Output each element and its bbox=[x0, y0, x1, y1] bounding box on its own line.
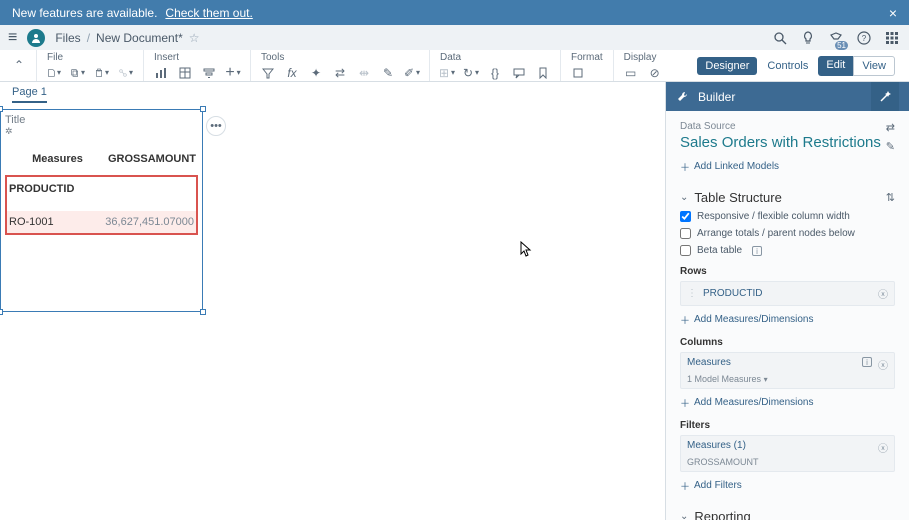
search-icon[interactable] bbox=[771, 29, 789, 47]
sparkle-icon[interactable]: ✦ bbox=[309, 66, 323, 80]
breadcrumb-files[interactable]: Files bbox=[55, 31, 80, 45]
row-pill-productid[interactable]: ⋮ PRODUCTID ⓧ bbox=[680, 281, 895, 306]
close-icon[interactable]: × bbox=[889, 5, 897, 21]
braces-icon[interactable]: {} bbox=[488, 66, 502, 80]
shuffle-icon[interactable]: ⇄ bbox=[333, 66, 347, 80]
table-col-measures: Measures bbox=[7, 153, 108, 165]
swap-icon[interactable]: ⇄ bbox=[886, 121, 895, 134]
table-col-grossamount: GROSSAMOUNT bbox=[108, 153, 196, 165]
style-icon[interactable] bbox=[571, 66, 585, 80]
rows-label: Rows bbox=[680, 266, 895, 277]
app-header: ≡ Files / New Document* ☆ 51 ? bbox=[0, 25, 909, 50]
table-title: Title bbox=[5, 114, 198, 126]
remove-icon[interactable]: ⓧ bbox=[878, 357, 888, 372]
notification-bar: New features are available. Check them o… bbox=[0, 0, 909, 25]
magic-wand-icon[interactable] bbox=[871, 82, 899, 111]
widget-more-icon[interactable]: ••• bbox=[206, 116, 226, 136]
toolbar-group-data: Data bbox=[440, 52, 550, 62]
table-row-header: PRODUCTID bbox=[7, 177, 196, 201]
group-icon: ⊞ bbox=[440, 66, 454, 80]
mode-edit[interactable]: Edit bbox=[818, 56, 853, 76]
fullscreen-icon[interactable]: ▭ bbox=[624, 66, 638, 80]
builder-panel: Builder Data Source Sales Orders with Re… bbox=[665, 82, 909, 520]
refresh-icon[interactable]: ↻ bbox=[464, 66, 478, 80]
toolbar-group-insert: Insert bbox=[154, 52, 240, 62]
chart-icon[interactable] bbox=[154, 66, 168, 80]
link-icon bbox=[119, 66, 133, 80]
builder-panel-header: Builder bbox=[666, 82, 909, 111]
mode-view[interactable]: View bbox=[853, 56, 895, 76]
mode-controls[interactable]: Controls bbox=[767, 60, 808, 72]
breadcrumb-document[interactable]: New Document* bbox=[96, 31, 183, 45]
mouse-cursor bbox=[520, 241, 532, 257]
add-cols-md[interactable]: ＋Add Measures/Dimensions bbox=[680, 395, 895, 410]
highlighter-icon[interactable]: ✎ bbox=[381, 66, 395, 80]
table-cell-amount: 36,627,451.07000 bbox=[105, 216, 194, 228]
idea-icon[interactable] bbox=[799, 29, 817, 47]
data-source-name: Sales Orders with Restrictions bbox=[680, 134, 886, 151]
filter-icon[interactable] bbox=[202, 66, 216, 80]
fx-icon[interactable]: fx bbox=[285, 66, 299, 80]
toolbar: ⌃ File Insert + Tools fx ✦ ⇄ ⇹ ✎ ✐ bbox=[0, 50, 909, 82]
funnel-icon[interactable] bbox=[261, 66, 275, 80]
drag-icon[interactable]: ⋮ bbox=[687, 288, 697, 299]
toolbar-group-display: Display bbox=[624, 52, 662, 62]
plus-icon[interactable]: + bbox=[226, 66, 240, 80]
copy-icon[interactable] bbox=[71, 66, 85, 80]
hamburger-icon[interactable]: ≡ bbox=[8, 29, 17, 47]
add-rows-md[interactable]: ＋Add Measures/Dimensions bbox=[680, 312, 895, 327]
info-icon[interactable]: i bbox=[862, 357, 872, 367]
columns-label: Columns bbox=[680, 337, 895, 348]
toolbar-group-format: Format bbox=[571, 52, 603, 62]
notifications-icon[interactable]: 51 bbox=[827, 29, 845, 47]
info-icon[interactable]: i bbox=[752, 246, 762, 256]
brush-icon[interactable]: ✐ bbox=[405, 66, 419, 80]
swap-axes-icon[interactable]: ⇅ bbox=[886, 191, 895, 204]
add-filters[interactable]: ＋Add Filters bbox=[680, 478, 895, 493]
main-area: Page 1 ••• Title ✲ Measures GROSSAMOUNT … bbox=[0, 82, 909, 520]
edit-icon[interactable]: ✎ bbox=[886, 140, 895, 153]
selected-widget[interactable]: ••• Title ✲ Measures GROSSAMOUNT PRODUCT… bbox=[0, 109, 203, 312]
comment-icon[interactable] bbox=[512, 66, 526, 80]
column-pill-measures[interactable]: Measures 1 Model Measures ▾ iⓧ ⋮ bbox=[680, 352, 895, 389]
wrench-icon bbox=[676, 90, 690, 104]
save-icon[interactable] bbox=[47, 66, 61, 80]
remove-icon[interactable]: ⓧ bbox=[878, 286, 888, 301]
paste-icon[interactable] bbox=[95, 66, 109, 80]
hide-icon[interactable]: ⊘ bbox=[648, 66, 662, 80]
data-source-label: Data Source bbox=[680, 121, 886, 132]
add-linked-models[interactable]: ＋Add Linked Models bbox=[680, 159, 895, 174]
filters-label: Filters bbox=[680, 420, 895, 431]
filter-pill-measures[interactable]: Measures (1) GROSSAMOUNT ⓧ bbox=[680, 435, 895, 472]
builder-title: Builder bbox=[698, 90, 735, 104]
help-icon[interactable]: ? bbox=[855, 29, 873, 47]
section-reporting: Reporting bbox=[694, 509, 750, 520]
document-canvas[interactable]: Page 1 ••• Title ✲ Measures GROSSAMOUNT … bbox=[0, 82, 665, 520]
checkbox-responsive[interactable]: Responsive / flexible column width bbox=[680, 211, 895, 222]
section-table-structure: Table Structure bbox=[694, 190, 781, 205]
bookmark-icon[interactable] bbox=[536, 66, 550, 80]
table-icon[interactable] bbox=[178, 66, 192, 80]
toolbar-group-tools: Tools bbox=[261, 52, 419, 62]
apps-icon[interactable] bbox=[883, 29, 901, 47]
measures-icon: ✲ bbox=[5, 126, 198, 137]
avatar[interactable] bbox=[27, 29, 45, 47]
remove-icon[interactable]: ⓧ bbox=[878, 440, 888, 455]
notification-text: New features are available. bbox=[12, 6, 157, 20]
breadcrumb: Files / New Document* ☆ bbox=[55, 31, 199, 45]
checkbox-beta[interactable]: Beta tablei bbox=[680, 245, 895, 256]
toolbar-group-file: File bbox=[47, 52, 133, 62]
svg-text:?: ? bbox=[862, 34, 867, 43]
collapse-icon[interactable]: ⌃ bbox=[12, 58, 26, 72]
notification-link[interactable]: Check them out. bbox=[165, 6, 252, 20]
page-tab[interactable]: Page 1 bbox=[12, 86, 47, 103]
mode-designer[interactable]: Designer bbox=[697, 57, 757, 75]
chevron-down-icon[interactable]: ⌄ bbox=[680, 192, 688, 203]
table-cell-product: RO-1001 bbox=[9, 216, 105, 228]
unlink-icon: ⇹ bbox=[357, 66, 371, 80]
chevron-down-icon[interactable]: ⌄ bbox=[680, 511, 688, 520]
favorite-icon[interactable]: ☆ bbox=[189, 31, 200, 45]
checkbox-arrange[interactable]: Arrange totals / parent nodes below bbox=[680, 228, 895, 239]
